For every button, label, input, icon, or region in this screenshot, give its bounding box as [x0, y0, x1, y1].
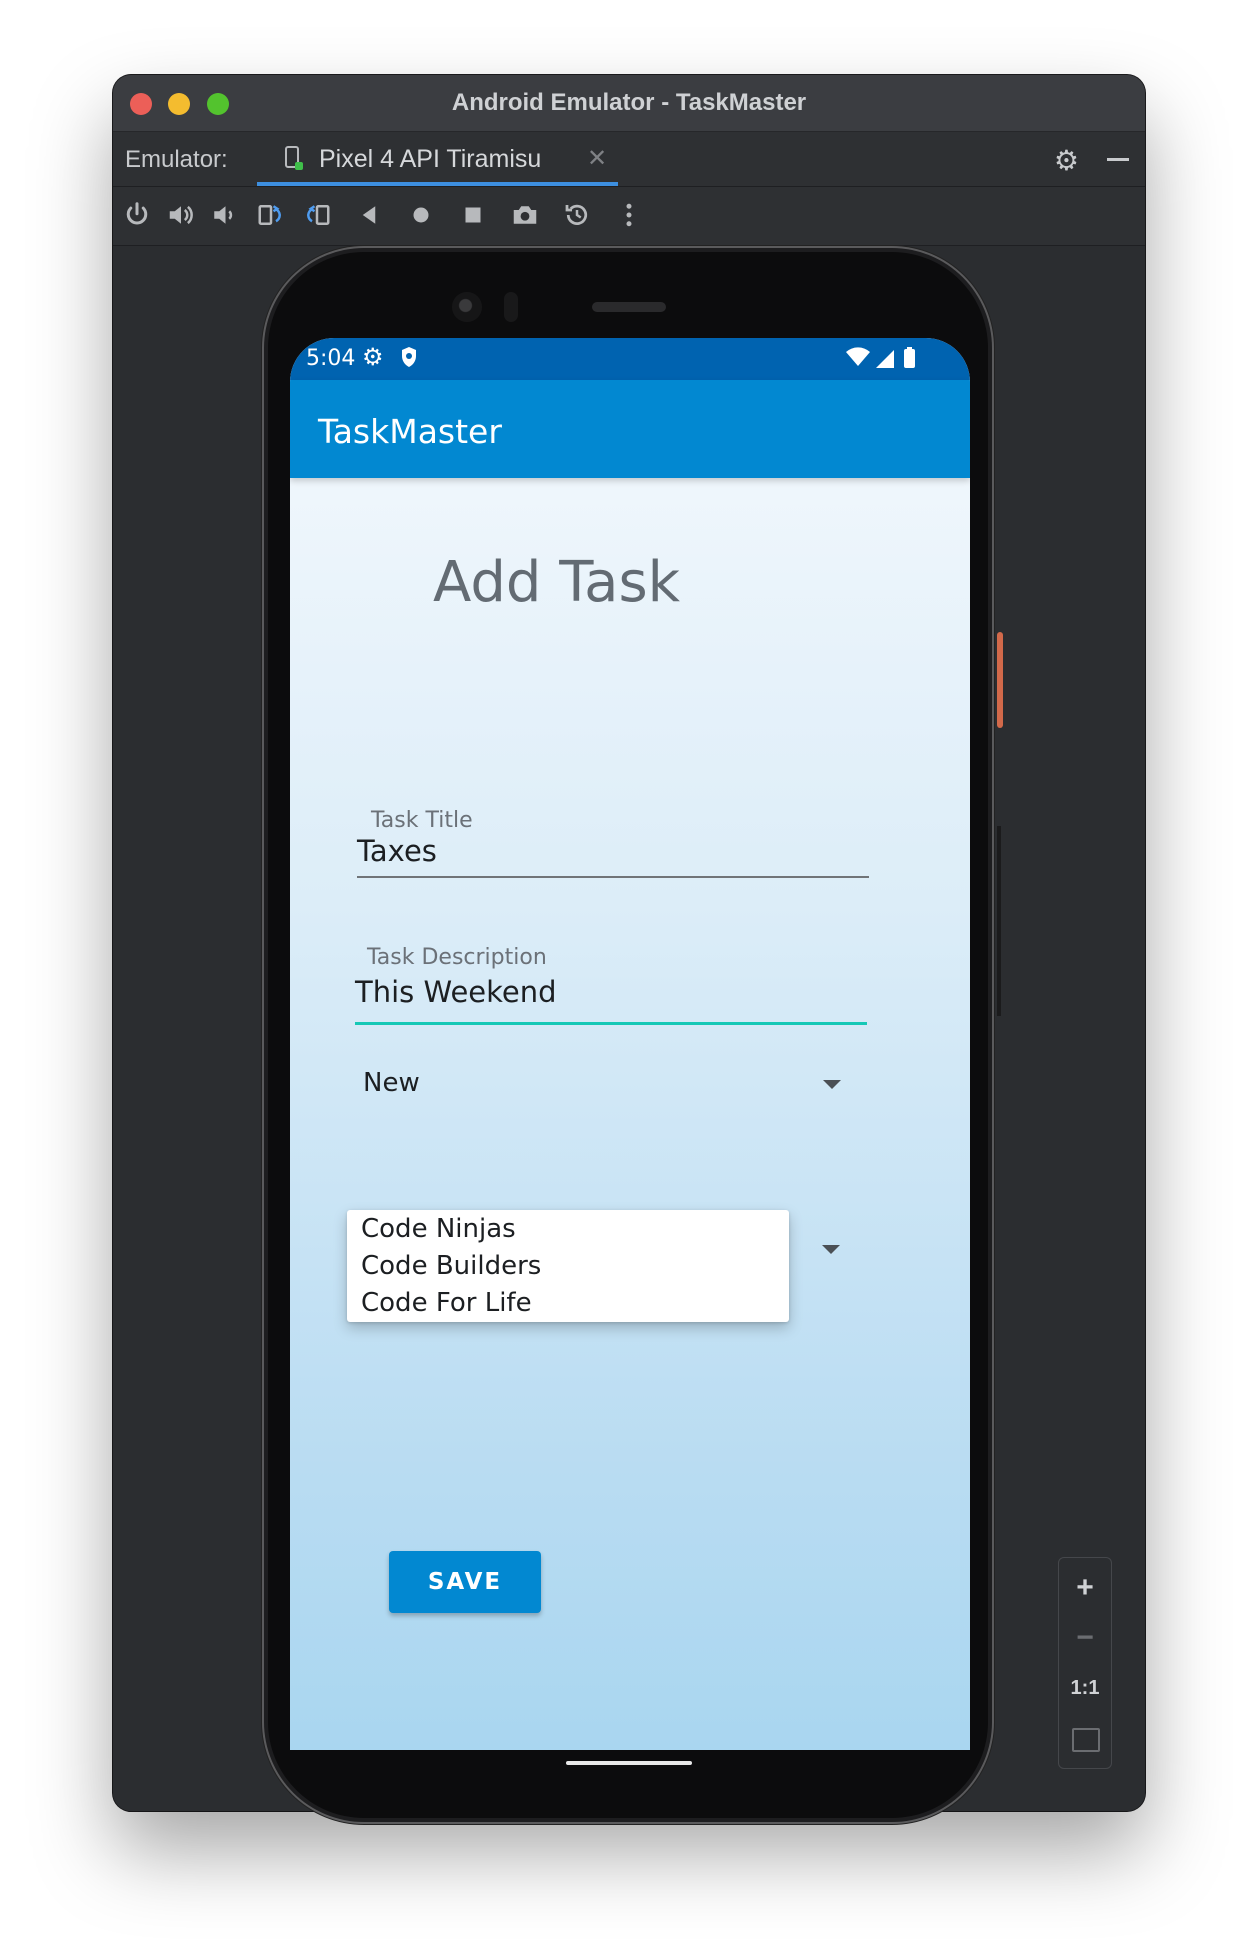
- power-side-button[interactable]: [997, 632, 1003, 728]
- title-bar: Android Emulator - TaskMaster: [113, 75, 1145, 132]
- dropdown-item[interactable]: Code Ninjas: [361, 1214, 516, 1244]
- team-spinner-chevron-down-icon[interactable]: [822, 1245, 840, 1254]
- battery-icon: [904, 349, 915, 368]
- fit-screen-icon[interactable]: [1072, 1728, 1100, 1752]
- phone-screen: 5:04 ⚙ TaskMaster Add Task Task Title Ta…: [290, 338, 970, 1750]
- device-icon: [285, 146, 303, 170]
- back-icon[interactable]: [351, 197, 387, 233]
- device-tab-bar: Emulator: Pixel 4 API Tiramisu ✕ ⚙: [113, 132, 1145, 187]
- more-icon[interactable]: [611, 197, 647, 233]
- task-description-field[interactable]: Task Description This Weekend: [355, 945, 867, 1031]
- task-description-label: Task Description: [367, 945, 547, 970]
- rotate-right-icon[interactable]: [299, 197, 335, 233]
- close-tab-icon[interactable]: ✕: [587, 144, 607, 173]
- volume-side-button[interactable]: [997, 826, 1001, 1016]
- camera-icon[interactable]: [507, 197, 543, 233]
- snapshot-icon[interactable]: [559, 197, 595, 233]
- front-camera: [452, 292, 482, 322]
- minimize-panel-icon[interactable]: [1107, 158, 1129, 161]
- task-title-field[interactable]: Task Title Taxes: [357, 808, 869, 888]
- task-title-label: Task Title: [371, 808, 473, 833]
- settings-notification-icon: ⚙: [362, 344, 384, 371]
- dropdown-item[interactable]: Code Builders: [361, 1251, 541, 1281]
- volume-up-icon[interactable]: [163, 197, 199, 233]
- zoom-out-button[interactable]: −: [1059, 1618, 1111, 1658]
- save-button[interactable]: SAVE: [389, 1551, 541, 1613]
- face-sensor: [504, 292, 518, 322]
- app-title: TaskMaster: [318, 412, 502, 451]
- task-state-value: New: [363, 1068, 420, 1098]
- tab-label: Pixel 4 API Tiramisu: [319, 145, 542, 173]
- home-icon[interactable]: [403, 197, 439, 233]
- window-title: Android Emulator - TaskMaster: [451, 89, 807, 116]
- tab-pixel-4[interactable]: Pixel 4 API Tiramisu ✕: [257, 132, 618, 186]
- dropdown-item[interactable]: Code For Life: [361, 1288, 532, 1318]
- signal-battery-icons: [846, 347, 915, 368]
- settings-gear-icon[interactable]: ⚙: [1054, 144, 1079, 177]
- earpiece-speaker: [592, 302, 666, 312]
- page-title: Add Task: [433, 550, 681, 615]
- task-description-underline: [355, 1022, 867, 1025]
- emulator-label: Emulator:: [125, 146, 228, 173]
- actual-size-button[interactable]: 1:1: [1059, 1668, 1111, 1708]
- overview-icon[interactable]: [455, 197, 491, 233]
- task-title-underline: [357, 876, 869, 878]
- task-state-spinner[interactable]: New: [363, 1060, 875, 1110]
- shield-icon: [402, 347, 416, 367]
- cell-signal-icon: [876, 350, 894, 368]
- gesture-home-bar[interactable]: [566, 1761, 692, 1765]
- volume-down-icon[interactable]: [205, 197, 241, 233]
- task-description-value[interactable]: This Weekend: [355, 975, 557, 1009]
- status-bar: 5:04 ⚙: [290, 338, 970, 380]
- task-title-value[interactable]: Taxes: [357, 834, 437, 868]
- zoom-in-button[interactable]: +: [1059, 1568, 1111, 1608]
- status-time: 5:04: [306, 346, 356, 371]
- team-dropdown-menu: Code Ninjas Code Builders Code For Life: [347, 1210, 789, 1322]
- rotate-left-icon[interactable]: [253, 197, 289, 233]
- app-bar: TaskMaster: [290, 380, 970, 478]
- power-icon[interactable]: [119, 197, 155, 233]
- emulator-toolbar: [113, 187, 1145, 246]
- wifi-icon: [846, 347, 870, 366]
- chevron-down-icon: [823, 1080, 841, 1089]
- zoom-controls: + − 1:1: [1058, 1557, 1112, 1769]
